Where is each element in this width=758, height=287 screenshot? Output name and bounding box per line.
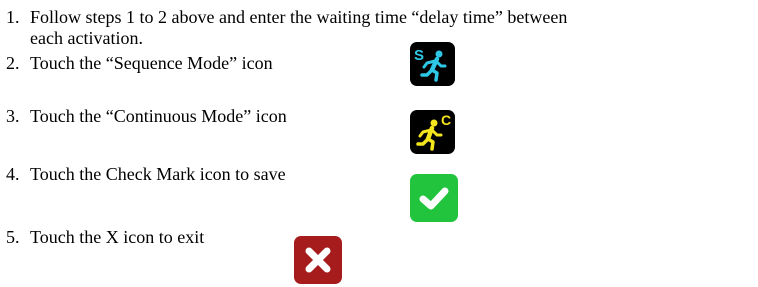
step-4-text: Touch the Check Mark icon to save [30, 164, 286, 184]
step-5-text: Touch the X icon to exit [30, 227, 205, 247]
step-3-number: 3. [6, 106, 20, 126]
x-glyph [305, 247, 331, 273]
sequence-mode-glyph: S [414, 47, 447, 82]
continuous-mode-glyph: C [416, 112, 451, 151]
continuous-letter: C [441, 112, 451, 128]
step-2-number: 2. [6, 53, 20, 73]
step-1-text-line-2: each activation. [30, 28, 143, 48]
check-mark-icon[interactable] [410, 174, 458, 222]
x-icon[interactable] [294, 236, 342, 284]
step-3-text: Touch the “Continuous Mode” icon [30, 106, 287, 126]
step-1-number: 1. [6, 7, 20, 27]
step-1-text-line-1: Follow steps 1 to 2 above and enter the … [30, 7, 568, 27]
step-2-text: Touch the “Sequence Mode” icon [30, 53, 273, 73]
step-4-number: 4. [6, 164, 20, 184]
check-mark-glyph [419, 187, 449, 210]
continuous-mode-icon[interactable]: C [410, 110, 455, 154]
sequence-mode-icon[interactable]: S [410, 42, 455, 86]
step-5-number: 5. [6, 227, 20, 247]
sequence-letter: S [414, 47, 424, 64]
